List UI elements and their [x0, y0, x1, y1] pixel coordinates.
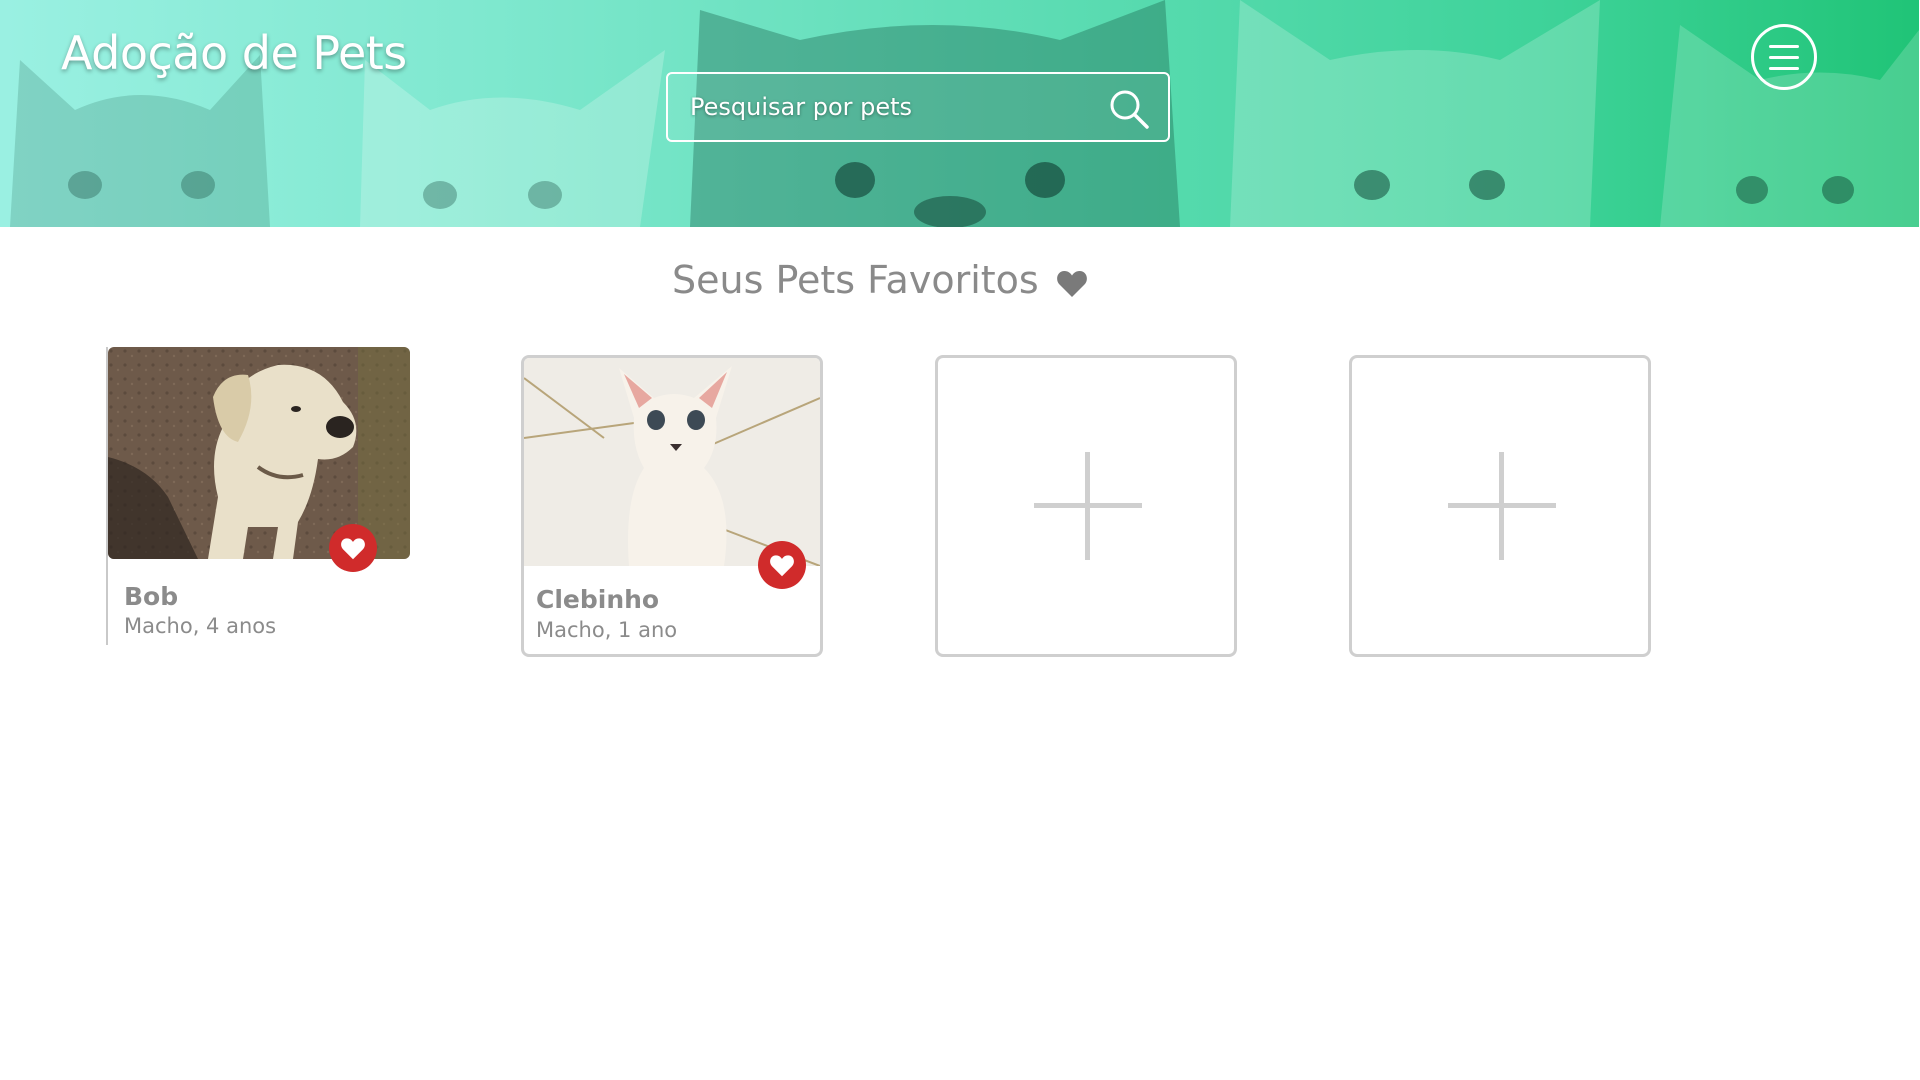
section-title: Seus Pets Favoritos — [672, 258, 1039, 302]
add-pet-slot[interactable] — [935, 355, 1237, 657]
hamburger-menu-icon — [1769, 45, 1799, 48]
pet-card-clebinho[interactable]: Clebinho Macho, 1 ano — [521, 355, 823, 657]
plus-icon — [1034, 452, 1142, 560]
search-box[interactable] — [666, 72, 1170, 142]
pet-card-bob[interactable]: Bob Macho, 4 anos — [106, 347, 410, 645]
plus-icon-vertical — [1499, 452, 1504, 560]
pet-name: Clebinho — [536, 585, 660, 614]
favorite-button-bob[interactable] — [329, 524, 377, 572]
pet-name: Bob — [124, 582, 179, 611]
menu-bar-bottom — [1769, 67, 1799, 70]
menu-bar-middle — [1769, 56, 1799, 59]
favorite-button-clebinho[interactable] — [758, 541, 806, 589]
add-pet-slot[interactable] — [1349, 355, 1651, 657]
pet-info: Macho, 4 anos — [124, 614, 277, 638]
search-icon — [1110, 90, 1149, 129]
app-title: Adoção de Pets — [61, 26, 407, 80]
plus-icon — [1448, 452, 1556, 560]
heart-icon — [770, 555, 794, 577]
pet-photo-clebinho — [524, 358, 820, 566]
heart-icon — [1057, 271, 1087, 297]
page: Adoção de Pets Seus Pets Favoritos — [0, 0, 1920, 1080]
search-button[interactable] — [1108, 88, 1150, 130]
pet-info: Macho, 1 ano — [536, 618, 678, 642]
plus-icon-vertical — [1085, 452, 1090, 560]
heart-icon — [341, 538, 365, 560]
search-input[interactable] — [690, 74, 1090, 140]
header-banner: Adoção de Pets — [0, 0, 1919, 227]
menu-button[interactable] — [1751, 24, 1817, 90]
